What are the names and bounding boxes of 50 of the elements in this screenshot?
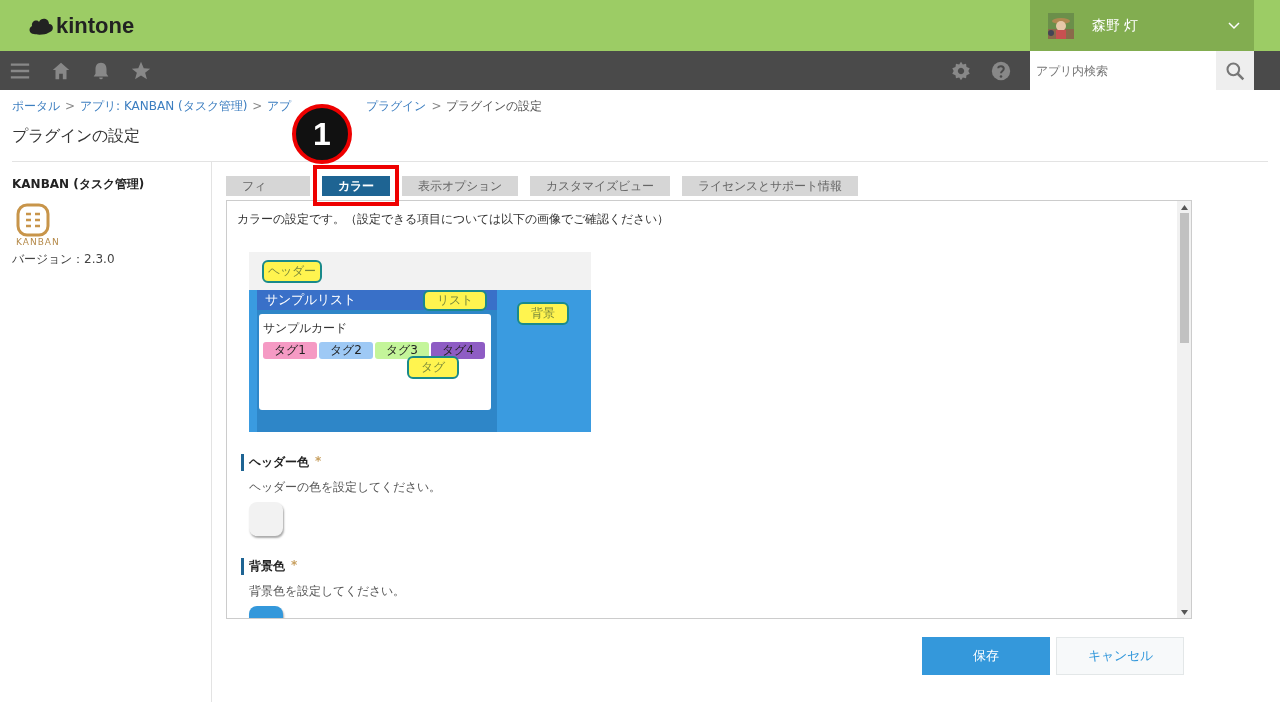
- tab[interactable]: カラー: [322, 176, 390, 196]
- list-icon: [16, 203, 50, 237]
- tag: タグ2: [319, 342, 373, 359]
- required-mark: *: [315, 454, 322, 470]
- setting-title: 背景色: [249, 558, 285, 575]
- plugin-icon-caption: KANBAN: [16, 237, 60, 247]
- background-callout: 背景: [517, 302, 569, 325]
- scroll-up-icon[interactable]: [1180, 204, 1188, 210]
- intro-text: カラーの設定です。（設定できる項目については以下の画像でご確認ください）: [237, 211, 670, 228]
- page-title: プラグインの設定: [12, 126, 140, 147]
- breadcrumb-link[interactable]: アプ: [267, 97, 292, 115]
- logo-text[interactable]: kintone: [56, 12, 135, 39]
- required-mark: *: [291, 558, 298, 574]
- breadcrumb-separator: >: [252, 99, 263, 113]
- tab[interactable]: カスタマイズビュー: [530, 176, 670, 196]
- save-button[interactable]: 保存: [922, 637, 1050, 675]
- header-callout: ヘッダー: [262, 259, 322, 283]
- plugin-name: KANBAN (タスク管理): [12, 176, 146, 193]
- scroll-down-icon[interactable]: [1180, 609, 1188, 615]
- setting-description: 背景色を設定してください。: [249, 583, 406, 600]
- list-callout: リスト: [423, 289, 487, 311]
- step-marker: 1: [292, 104, 352, 164]
- color-swatch[interactable]: [249, 502, 283, 536]
- breadcrumb-separator: >: [431, 99, 442, 113]
- tag: タグ3: [375, 342, 429, 359]
- breadcrumb-separator: >: [65, 99, 76, 113]
- help-icon[interactable]: [990, 59, 1012, 82]
- tab[interactable]: 表示オプション: [402, 176, 518, 196]
- card-title: サンプルカード: [263, 320, 348, 337]
- search-field[interactable]: アプリ内検索: [1030, 51, 1216, 90]
- tab[interactable]: ライセンスとサポート情報: [682, 176, 858, 196]
- chevron-down-icon[interactable]: [1228, 21, 1240, 30]
- breadcrumb-link[interactable]: ポータル: [12, 97, 60, 115]
- tag-callout: タグ: [407, 356, 459, 379]
- cancel-button[interactable]: キャンセル: [1056, 637, 1184, 675]
- user-name: 森野 灯: [1092, 16, 1140, 35]
- scroll-thumb[interactable]: [1179, 213, 1189, 343]
- breadcrumb-link[interactable]: プラグイン: [366, 97, 427, 115]
- tab[interactable]: フィ: [226, 176, 310, 196]
- user-menu[interactable]: 森野 灯: [1030, 0, 1254, 51]
- tag: タグ4: [431, 342, 485, 359]
- setting-title: ヘッダー色: [249, 454, 309, 471]
- setting-description: ヘッダーの色を設定してください。: [249, 479, 442, 496]
- search-icon: [1225, 60, 1245, 81]
- breadcrumb-current: プラグインの設定: [446, 97, 543, 115]
- search-button[interactable]: [1216, 51, 1254, 90]
- tag: タグ1: [263, 342, 317, 359]
- list-title: サンプルリスト: [265, 291, 356, 309]
- plugin-version: バージョン：2.3.0: [12, 251, 116, 268]
- breadcrumb-link[interactable]: アプリ: KANBAN (タスク管理): [80, 97, 248, 115]
